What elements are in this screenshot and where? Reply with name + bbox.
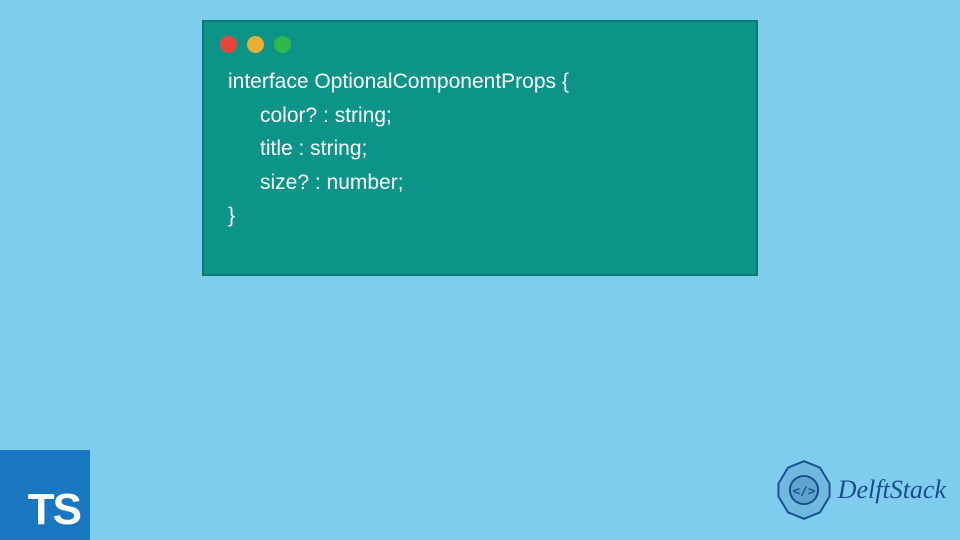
delftstack-icon: </> [772,458,836,522]
typescript-badge-text: TS [28,488,80,532]
code-line: interface OptionalComponentProps { [228,65,732,99]
window-controls [204,22,756,61]
delftstack-brand-text: DelftStack [838,475,946,505]
svg-text:</>: </> [792,484,815,499]
code-line: size? : number; [228,166,732,200]
code-line: color? : string; [228,99,732,133]
code-line: title : string; [228,132,732,166]
code-line: } [228,199,732,233]
typescript-badge: TS [0,450,90,540]
code-window: interface OptionalComponentProps { color… [202,20,758,276]
minimize-icon [247,36,264,53]
delftstack-logo: </> DelftStack [772,458,946,522]
code-content: interface OptionalComponentProps { color… [204,61,756,237]
maximize-icon [274,36,291,53]
close-icon [220,36,237,53]
